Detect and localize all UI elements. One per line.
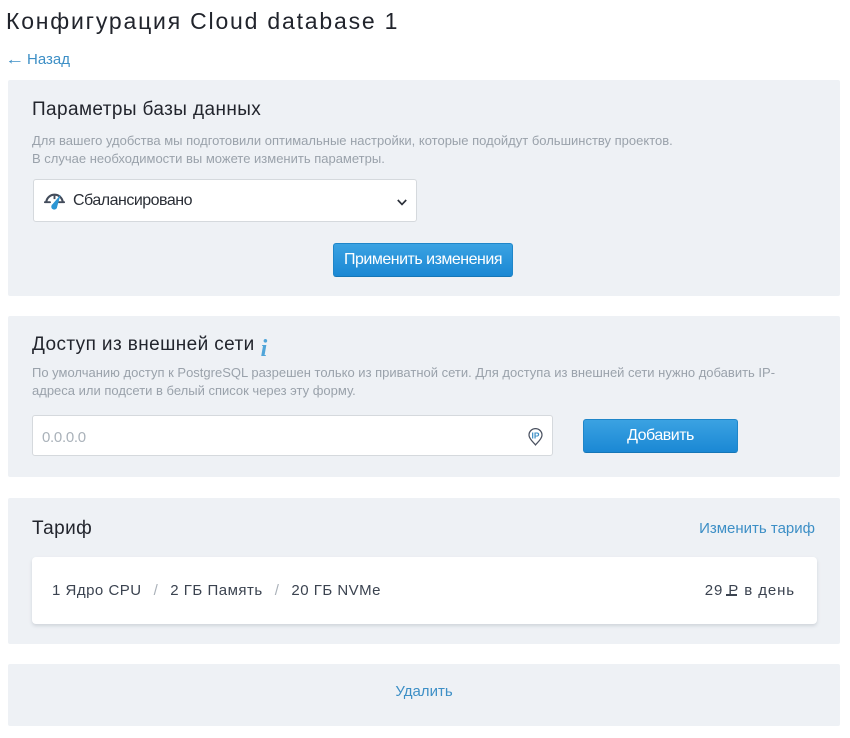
svg-text:IP: IP (532, 430, 540, 440)
